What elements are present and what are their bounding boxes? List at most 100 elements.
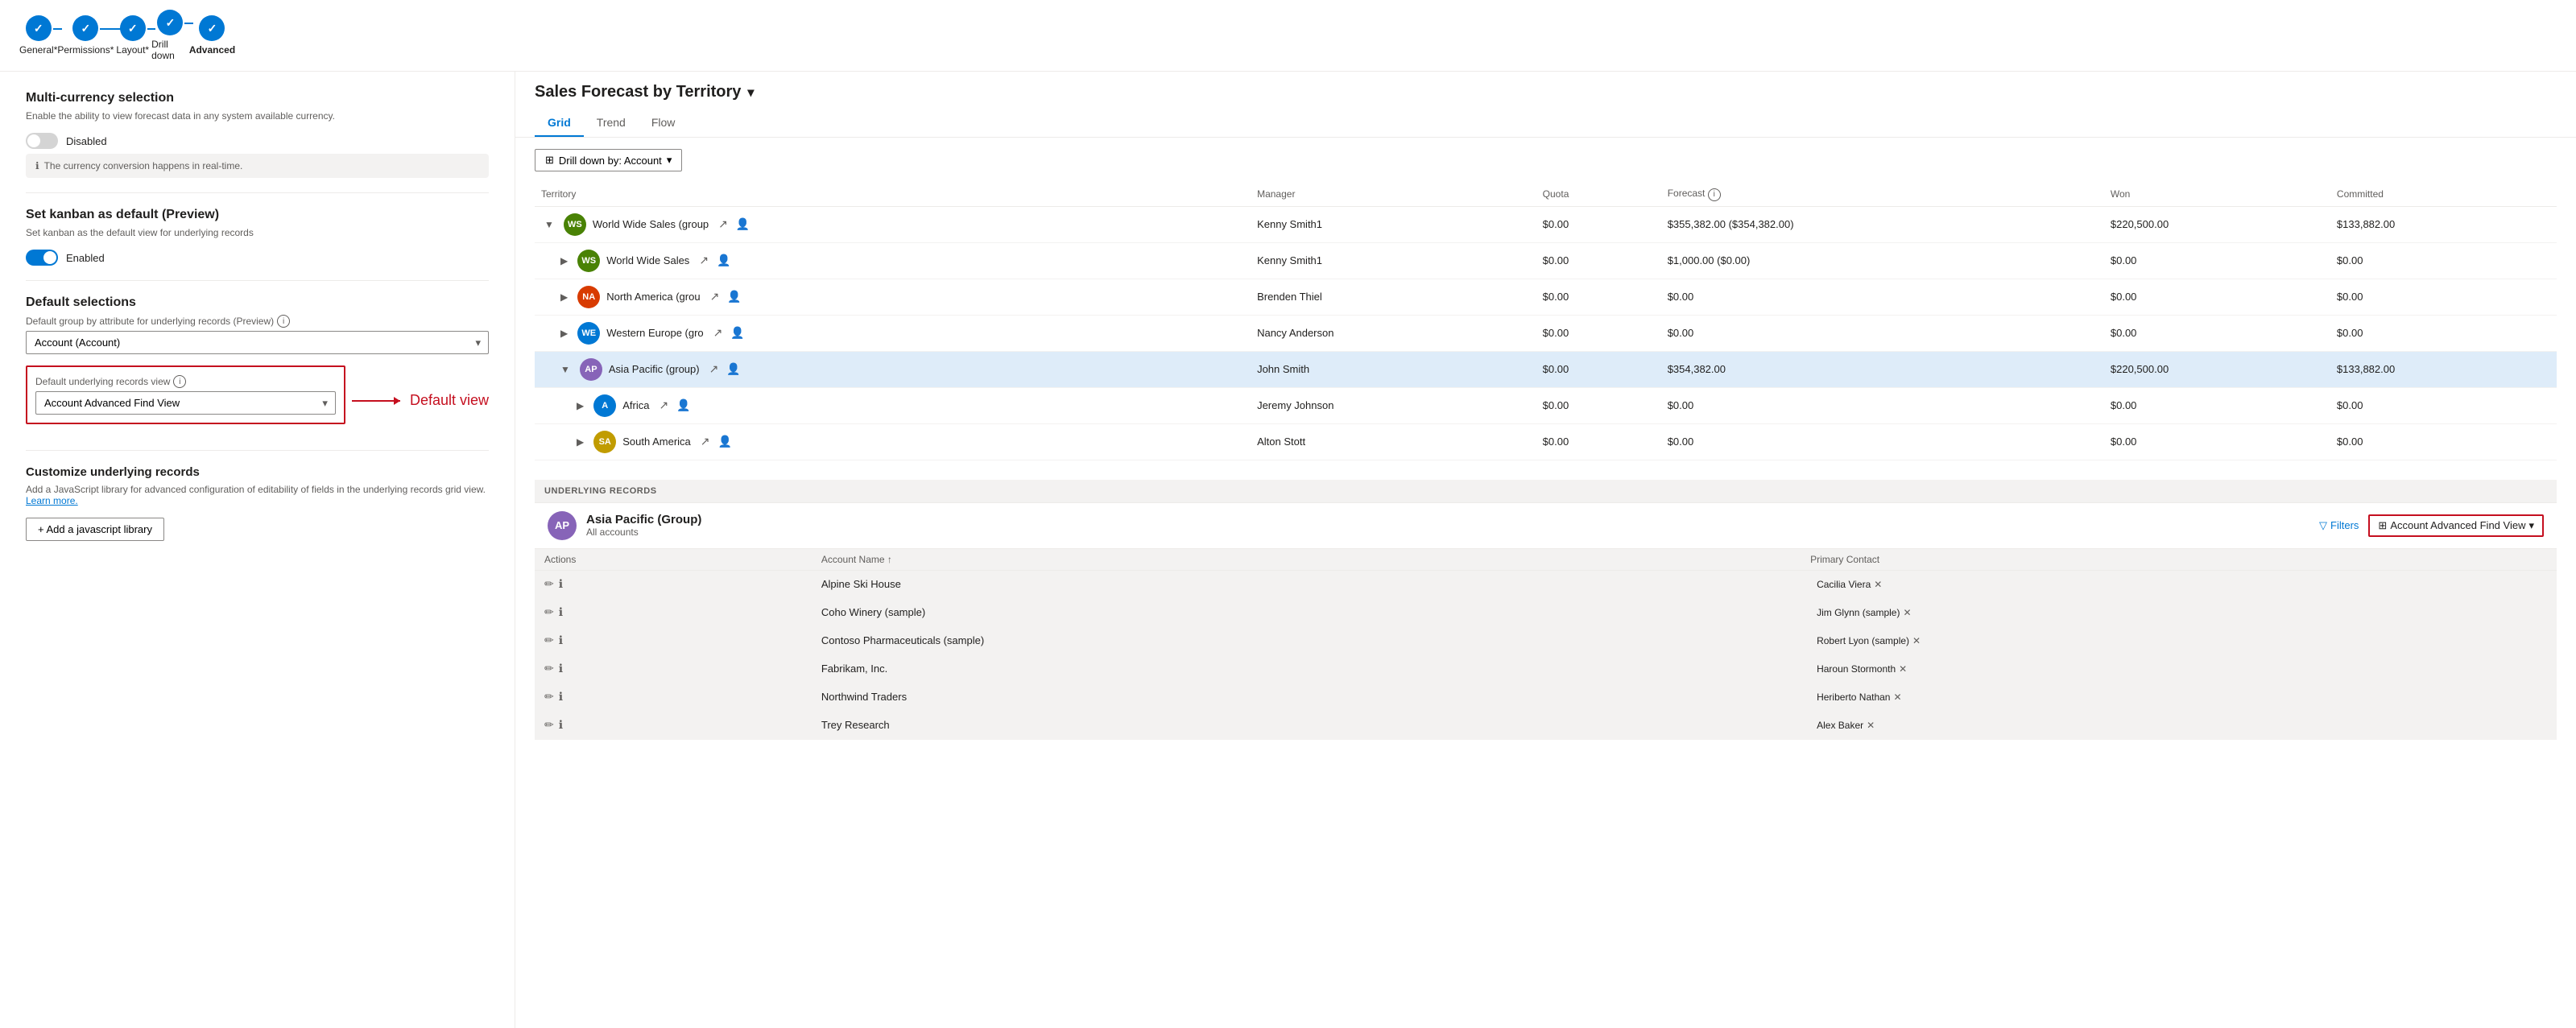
expand-button[interactable]: ▼ [557,364,573,375]
expand-button[interactable]: ▶ [573,436,587,448]
link-icon[interactable]: ↗ [697,435,713,448]
info-circle-icon[interactable]: ℹ [559,662,563,675]
view-select[interactable]: Account Advanced Find View [35,391,336,415]
forecast-cell: $0.00 [1661,279,2104,315]
tag-remove-icon[interactable]: ✕ [1874,579,1882,590]
view-selector[interactable]: ⊞ Account Advanced Find View ▾ [2368,514,2544,537]
expand-button[interactable]: ▶ [557,291,571,303]
forecast-info-icon[interactable]: i [1708,188,1721,201]
person-icon[interactable]: 👤 [673,398,693,412]
col-forecast: Forecast i [1661,183,2104,206]
wizard-step-layout[interactable]: ✓ Layout* [114,15,151,56]
group-select-wrapper: Account (Account) [26,331,489,354]
forecast-cell: $355,382.00 ($354,382.00) [1661,206,2104,242]
expand-button[interactable]: ▶ [557,328,571,339]
expand-button[interactable]: ▼ [541,219,557,230]
link-icon[interactable]: ↗ [696,254,712,267]
tag-remove-icon[interactable]: ✕ [1899,663,1907,675]
underlying-section: UNDERLYING RECORDS AP Asia Pacific (Grou… [535,480,2557,740]
contact-cell: Heriberto Nathan ✕ [1801,683,2557,711]
person-icon[interactable]: 👤 [723,362,743,376]
info-circle-icon[interactable]: ℹ [559,577,563,591]
info-circle-icon[interactable]: ℹ [559,690,563,704]
contact-cell: Alex Baker ✕ [1801,711,2557,739]
drill-down-button[interactable]: ⊞ Drill down by: Account ▾ [535,149,682,171]
title-chevron-icon[interactable]: ▾ [747,85,754,101]
link-icon[interactable]: ↗ [715,217,731,231]
tag-remove-icon[interactable]: ✕ [1867,720,1875,731]
person-icon[interactable]: 👤 [713,254,734,267]
manager-cell: John Smith [1251,351,1536,387]
contact-tag: Haroun Stormonth ✕ [1810,662,1913,676]
edit-icon[interactable]: ✏ [544,718,554,732]
info-circle-icon[interactable]: ℹ [559,605,563,619]
actions-cell: ✏ ℹ [535,626,812,654]
quota-cell: $0.00 [1536,423,1661,460]
wizard-step-general[interactable]: ✓ General* [19,15,57,56]
table-row: ▶ NA North America (grou ↗ 👤 Brenden Thi… [535,279,2557,315]
drill-chevron-icon: ▾ [667,154,672,167]
edit-icon[interactable]: ✏ [544,662,554,675]
link-icon[interactable]: ↗ [655,398,672,412]
learn-more-link[interactable]: Learn more. [26,495,78,506]
default-view-annotation: Default underlying records view i Accoun… [26,365,489,436]
kanban-toggle[interactable] [26,250,58,266]
group-select[interactable]: Account (Account) [26,331,489,354]
view-info-icon[interactable]: i [173,375,186,388]
quota-cell: $0.00 [1536,206,1661,242]
committed-cell: $0.00 [2330,242,2557,279]
wizard-step-permissions[interactable]: ✓ Permissions* [57,15,114,56]
tab-flow[interactable]: Flow [639,109,688,137]
add-javascript-library-button[interactable]: + Add a javascript library [26,518,164,541]
tag-remove-icon[interactable]: ✕ [1893,692,1901,703]
edit-icon[interactable]: ✏ [544,690,554,704]
customize-desc: Add a JavaScript library for advanced co… [26,484,489,506]
tag-remove-icon[interactable]: ✕ [1912,635,1921,646]
multicurrency-toggle[interactable] [26,133,58,149]
table-row: ▶ WE Western Europe (gro ↗ 👤 Nancy Ander… [535,315,2557,351]
tab-trend[interactable]: Trend [584,109,639,137]
won-cell: $0.00 [2104,242,2330,279]
person-icon[interactable]: 👤 [724,290,744,303]
link-icon[interactable]: ↗ [707,290,723,303]
won-cell: $220,500.00 [2104,351,2330,387]
col-quota: Quota [1536,183,1661,206]
view-select-wrapper: Account Advanced Find View [35,391,336,415]
info-circle-icon[interactable]: ℹ [559,634,563,647]
expand-button[interactable]: ▶ [573,400,587,411]
avatar: WE [577,322,600,345]
edit-icon[interactable]: ✏ [544,634,554,647]
info-circle-icon[interactable]: ℹ [559,718,563,732]
quota-cell: $0.00 [1536,242,1661,279]
col-actions: Actions [535,549,812,571]
wizard-bar: ✓ General* ✓ Permissions* ✓ Layout* ✓ Dr… [0,0,2576,72]
actions-cell: ✏ ℹ [535,683,812,711]
tab-grid[interactable]: Grid [535,109,584,137]
person-icon[interactable]: 👤 [727,326,747,340]
person-icon[interactable]: 👤 [715,435,735,448]
table-row: ▼ AP Asia Pacific (group) ↗ 👤 John Smith… [535,351,2557,387]
list-item: ✏ ℹ Trey Research Alex Baker ✕ [535,711,2557,739]
wizard-step-advanced[interactable]: ✓ Advanced [189,15,235,56]
col-territory: Territory [535,183,1251,206]
info-icon: ℹ [35,160,39,171]
expand-button[interactable]: ▶ [557,255,571,266]
tag-remove-icon[interactable]: ✕ [1903,607,1911,618]
manager-cell: Kenny Smith1 [1251,242,1536,279]
kanban-title: Set kanban as default (Preview) [26,208,489,222]
territory-name: World Wide Sales (group [593,218,709,230]
right-panel: Sales Forecast by Territory ▾ Grid Trend… [515,72,2576,1028]
territory-cell: ▶ WE Western Europe (gro ↗ 👤 [535,315,1251,351]
edit-icon[interactable]: ✏ [544,577,554,591]
edit-icon[interactable]: ✏ [544,605,554,619]
filters-button[interactable]: ▽ Filters [2319,519,2359,532]
link-icon[interactable]: ↗ [710,326,726,340]
step-circle-general: ✓ [26,15,52,41]
account-name-cell: Coho Winery (sample) [812,598,1801,626]
group-info: Asia Pacific (Group) All accounts [586,513,701,538]
wizard-step-drilldown[interactable]: ✓ Drill down [151,10,189,61]
person-icon[interactable]: 👤 [733,217,753,231]
link-icon[interactable]: ↗ [706,362,722,376]
group-info-icon[interactable]: i [277,315,290,328]
table-row: ▼ WS World Wide Sales (group ↗ 👤 Kenny S… [535,206,2557,242]
